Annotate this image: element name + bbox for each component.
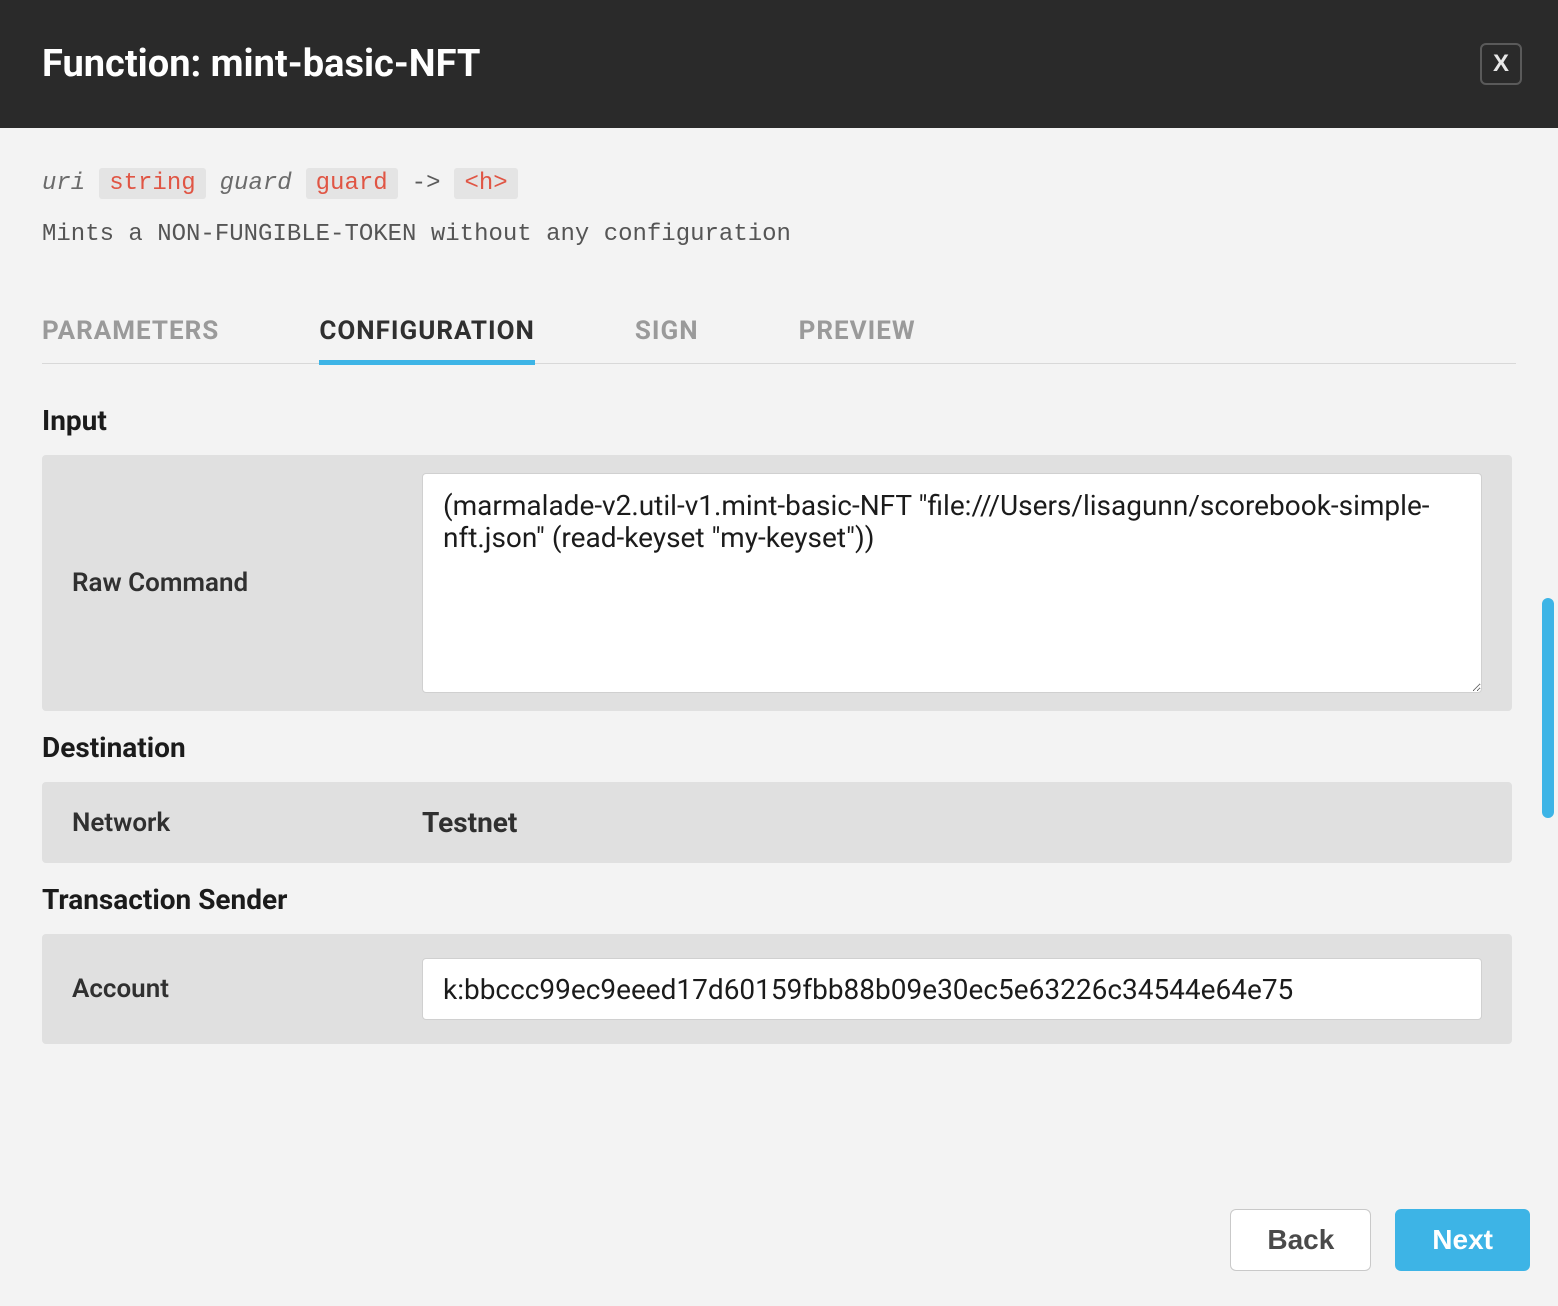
dialog-content: uri string guard guard -> <h> Mints a NO… <box>0 128 1558 1196</box>
close-button[interactable]: X <box>1480 43 1522 85</box>
account-label: Account <box>72 974 422 1004</box>
next-button[interactable]: Next <box>1395 1209 1530 1271</box>
network-panel: Network Testnet <box>42 782 1512 863</box>
dialog-footer: Back Next <box>0 1196 1558 1306</box>
section-input-label: Input <box>42 404 1512 437</box>
tab-configuration[interactable]: CONFIGURATION <box>319 304 535 365</box>
dialog-title: Function: mint-basic-NFT <box>42 42 480 86</box>
return-type: <h> <box>454 168 517 199</box>
function-signature: uri string guard guard -> <h> <box>42 168 1516 199</box>
raw-command-input[interactable] <box>422 473 1482 693</box>
section-destination-label: Destination <box>42 731 1512 764</box>
config-scroll-area[interactable]: Input Raw Command Destination Network Te… <box>42 384 1516 1084</box>
param-name: uri <box>42 170 85 197</box>
raw-command-label: Raw Command <box>72 568 422 598</box>
tab-preview[interactable]: PREVIEW <box>799 304 916 365</box>
back-button[interactable]: Back <box>1230 1209 1371 1271</box>
raw-command-panel: Raw Command <box>42 455 1512 711</box>
account-panel: Account <box>42 934 1512 1044</box>
param-name: guard <box>220 170 292 197</box>
tab-bar: PARAMETERS CONFIGURATION SIGN PREVIEW <box>42 304 1516 364</box>
arrow-icon: -> <box>412 170 441 197</box>
dialog-header: Function: mint-basic-NFT X <box>0 0 1558 128</box>
function-description: Mints a NON-FUNGIBLE-TOKEN without any c… <box>42 221 1516 248</box>
account-input[interactable] <box>422 958 1482 1020</box>
param-type: string <box>99 168 205 199</box>
param-type: guard <box>306 168 398 199</box>
scrollbar-thumb[interactable] <box>1542 598 1554 818</box>
section-sender-label: Transaction Sender <box>42 883 1512 916</box>
network-value: Testnet <box>422 806 517 839</box>
close-icon: X <box>1493 50 1509 78</box>
network-label: Network <box>72 808 422 838</box>
tab-parameters[interactable]: PARAMETERS <box>42 304 219 365</box>
tab-sign[interactable]: SIGN <box>635 304 699 365</box>
